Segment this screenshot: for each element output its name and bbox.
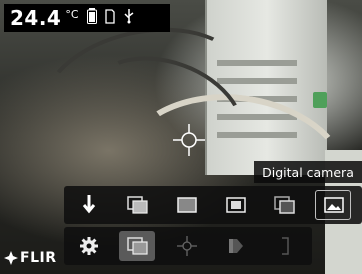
picture-in-picture-button[interactable] — [211, 186, 260, 224]
picture-in-picture-icon — [225, 197, 246, 213]
color-palette-icon — [228, 239, 243, 253]
temperature-scale-icon — [281, 237, 289, 255]
settings-button[interactable] — [64, 227, 113, 265]
color-palette-button[interactable] — [211, 227, 260, 265]
status-bar: 24.4 °C — [4, 4, 170, 32]
battery-icon — [86, 8, 97, 28]
thermal-msx-icon — [126, 196, 148, 214]
scene-green-connector — [313, 92, 327, 108]
image-mode-menu — [64, 186, 362, 224]
main-menu — [64, 227, 312, 265]
digital-camera-icon — [323, 197, 344, 213]
thermal-button[interactable] — [162, 186, 211, 224]
digital-camera-button[interactable] — [309, 186, 358, 224]
flir-logo: FLIR — [4, 247, 56, 269]
thermal-msx-button[interactable] — [113, 186, 162, 224]
spotmeter-crosshair-icon — [173, 124, 205, 156]
flir-logo-icon — [4, 251, 18, 265]
settings-gear-icon — [79, 237, 98, 255]
image-mode-button[interactable] — [113, 227, 162, 265]
thermal-fusion-button[interactable] — [260, 186, 309, 224]
sd-card-icon — [104, 8, 115, 28]
thermal-fusion-icon — [273, 196, 295, 214]
flir-logo-text: FLIR — [20, 250, 57, 266]
thermal-icon — [176, 197, 197, 213]
image-mode-icon — [126, 237, 148, 255]
tooltip-digital-camera: Digital camera — [254, 161, 362, 183]
sort-arrow-button[interactable] — [64, 186, 113, 224]
measurement-icon — [176, 236, 197, 256]
usb-icon — [123, 8, 135, 28]
spot-temperature: 24.4 — [10, 6, 62, 30]
temperature-scale-button[interactable] — [260, 227, 309, 265]
temperature-unit: °C — [65, 7, 79, 21]
measurement-button[interactable] — [162, 227, 211, 265]
sort-arrow-icon — [82, 195, 95, 214]
